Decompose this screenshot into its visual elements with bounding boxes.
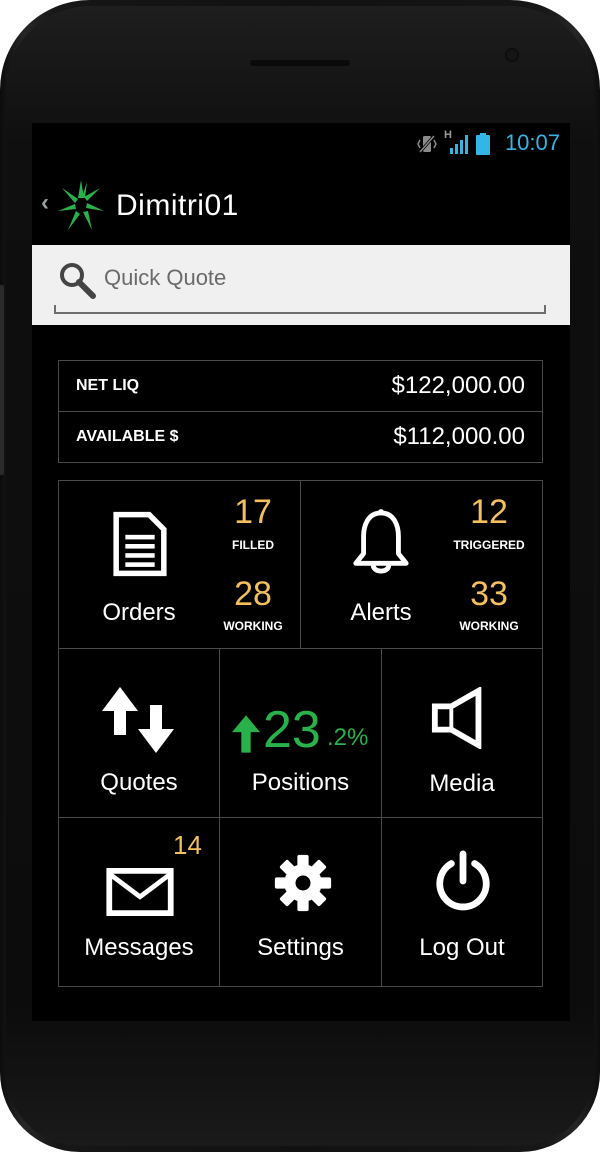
account-row-available: AVAILABLE $ $112,000.00 bbox=[59, 411, 542, 462]
media-label: Media bbox=[429, 770, 495, 797]
orders-working-label: WORKING bbox=[223, 619, 283, 633]
orders-tile[interactable]: Orders 17 FILLED 28 WORKING bbox=[58, 480, 301, 649]
search-icon bbox=[60, 263, 96, 299]
messages-label: Messages bbox=[84, 934, 194, 961]
orders-label: Orders bbox=[102, 599, 176, 626]
logout-tile[interactable]: Log Out bbox=[381, 817, 543, 987]
quotes-label: Quotes bbox=[100, 769, 178, 796]
quick-quote-input[interactable] bbox=[104, 257, 504, 299]
alerts-triggered-label: TRIGGERED bbox=[453, 538, 525, 552]
front-camera bbox=[505, 48, 519, 62]
starburst-logo[interactable] bbox=[56, 178, 106, 234]
alerts-working-label: WORKING bbox=[459, 619, 519, 633]
alerts-tile[interactable]: Alerts 12 TRIGGERED 33 WORKING bbox=[300, 480, 543, 649]
document-icon bbox=[113, 511, 167, 577]
positions-tile[interactable]: 23 .2% Positions bbox=[219, 648, 382, 818]
page-title: Dimitri01 bbox=[116, 189, 239, 222]
alerts-working-count: 33 bbox=[470, 575, 508, 613]
power-icon bbox=[436, 850, 490, 911]
positions-label: Positions bbox=[251, 769, 350, 796]
screen: H 10:07 ‹ Dimitri01 Quick Quote NET LIQ … bbox=[32, 123, 570, 1021]
phone-frame: H 10:07 ‹ Dimitri01 Quick Quote NET LIQ … bbox=[0, 0, 600, 1152]
alerts-label: Alerts bbox=[350, 599, 412, 626]
orders-filled-count: 17 bbox=[234, 493, 272, 531]
logout-label: Log Out bbox=[419, 934, 505, 961]
up-down-arrows-icon bbox=[102, 687, 174, 753]
earpiece-speaker bbox=[250, 60, 350, 66]
messages-tile[interactable]: 14 Messages bbox=[58, 817, 220, 987]
messages-unread-badge: 14 bbox=[173, 830, 202, 860]
signal-icon: H bbox=[444, 129, 470, 155]
status-bar: H 10:07 bbox=[32, 123, 570, 163]
account-summary: NET LIQ $122,000.00 AVAILABLE $ $112,000… bbox=[58, 360, 543, 463]
status-icons: H bbox=[416, 129, 490, 155]
chevron-left-icon[interactable]: ‹ bbox=[41, 189, 49, 217]
status-clock: 10:07 bbox=[504, 130, 560, 155]
orders-filled-label: FILLED bbox=[232, 538, 274, 552]
alerts-triggered-count: 12 bbox=[470, 493, 508, 531]
quotes-tile[interactable]: Quotes bbox=[58, 648, 220, 818]
action-bar: ‹ Dimitri01 bbox=[32, 173, 570, 243]
positions-change-whole: 23 bbox=[263, 701, 321, 759]
up-arrow-icon bbox=[232, 715, 260, 753]
vibrate-icon bbox=[417, 135, 437, 153]
orders-working-count: 28 bbox=[234, 575, 272, 613]
available-label: AVAILABLE $ bbox=[76, 428, 179, 445]
media-tile[interactable]: Media bbox=[381, 648, 543, 818]
envelope-icon bbox=[106, 868, 174, 916]
net-liq-label: NET LIQ bbox=[76, 377, 140, 394]
side-button bbox=[0, 285, 4, 475]
net-liq-value: $122,000.00 bbox=[391, 372, 525, 399]
settings-tile[interactable]: Settings bbox=[219, 817, 382, 987]
gear-icon bbox=[274, 854, 332, 912]
speaker-icon bbox=[431, 687, 482, 749]
bell-icon bbox=[353, 509, 409, 574]
available-value: $112,000.00 bbox=[393, 423, 525, 450]
search-underline bbox=[54, 305, 546, 314]
settings-label: Settings bbox=[257, 934, 344, 961]
quick-quote-bar bbox=[32, 245, 570, 325]
account-row-net-liq: NET LIQ $122,000.00 bbox=[59, 361, 542, 411]
positions-change-fraction: .2% bbox=[327, 724, 369, 751]
battery-icon bbox=[476, 133, 490, 155]
